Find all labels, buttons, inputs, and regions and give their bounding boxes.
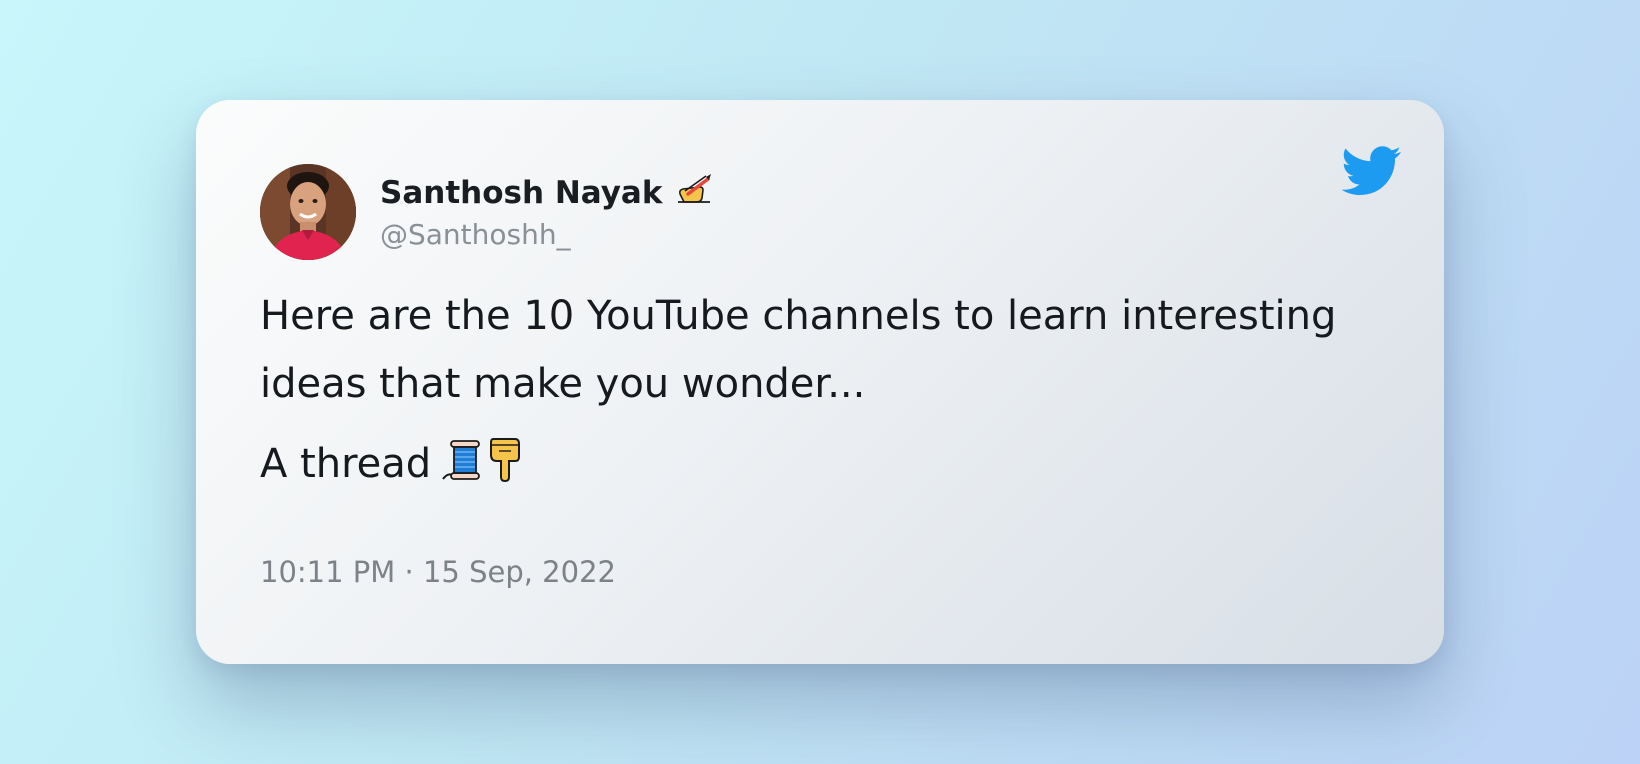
spool-of-thread-icon [441,436,483,504]
tweet-timestamp[interactable]: 10:11 PM · 15 Sep, 2022 [260,555,616,589]
tweet-body: Here are the 10 YouTube channels to lear… [260,282,1380,504]
avatar[interactable] [260,164,356,260]
twitter-bird-icon[interactable] [1341,146,1402,196]
tweet-text-line: Here are the 10 YouTube channels to lear… [260,293,1337,407]
author-block: Santhosh Nayak @Santhoshh_ [380,172,714,252]
author-name-row[interactable]: Santhosh Nayak [380,172,714,214]
tweet-thread-line: A thread [260,430,1380,504]
author-display-name[interactable]: Santhosh Nayak [380,173,662,213]
backhand-index-pointing-down-icon [485,435,525,504]
author-handle[interactable]: @Santhoshh_ [380,218,714,252]
tweet-card: Santhosh Nayak @Santhoshh_ Here are the … [196,100,1444,664]
writing-hand-icon [676,172,714,214]
tweet-thread-label: A thread [260,441,432,487]
